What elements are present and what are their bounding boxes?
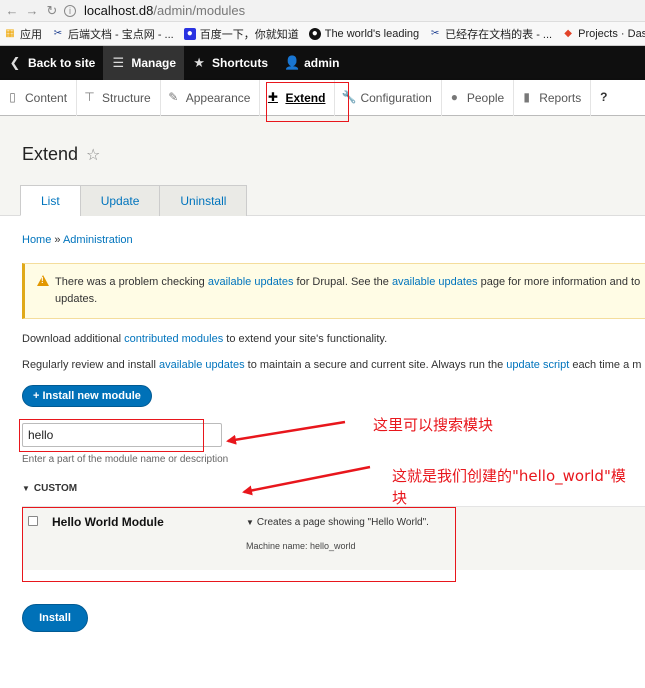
help-icon: ?: [600, 90, 608, 104]
tray-item-structure[interactable]: ⊤ Structure: [77, 79, 161, 116]
shortcuts-menu[interactable]: ★ Shortcuts: [184, 46, 276, 80]
tray-item-content[interactable]: ▯ Content: [0, 79, 78, 116]
gitlab-icon: ◆: [564, 27, 572, 39]
bookmark-item[interactable]: ▦ 应用: [4, 26, 42, 42]
annotation-box-search: [19, 419, 204, 452]
star-icon: ★: [193, 55, 205, 70]
apps-grid-icon: ▦: [5, 27, 15, 39]
bookmark-item[interactable]: ✂ 后端文档 - 宝点网 - ...: [52, 26, 174, 42]
update-script-link[interactable]: update script: [506, 359, 569, 371]
scissors-icon: ✂: [53, 27, 63, 39]
bookmarks-bar: ▦ 应用 ✂ 后端文档 - 宝点网 - ... ● 百度一下，你就知道 ● The wo…: [0, 22, 645, 46]
bookmark-item[interactable]: ◆Projects · Dashboar: [562, 28, 645, 40]
install-new-module-button[interactable]: + Install new module: [22, 385, 152, 407]
people-icon: ●: [450, 90, 458, 104]
tray-item-reports[interactable]: ▮ Reports: [514, 79, 592, 116]
install-button[interactable]: Install: [22, 604, 88, 632]
bookmark-item[interactable]: ● 百度一下，你就知道: [183, 26, 299, 42]
browser-url-bar: ← → ↻ i localhost.d8/admin/modules: [0, 0, 645, 22]
breadcrumb: Home » Administration: [22, 234, 133, 246]
address-bar[interactable]: localhost.d8/admin/modules: [84, 3, 245, 18]
paintbrush-icon: ✎: [168, 90, 179, 104]
hamburger-icon: ☰: [112, 55, 125, 70]
contributed-modules-link[interactable]: contributed modules: [124, 333, 223, 345]
breadcrumb-administration[interactable]: Administration: [63, 234, 133, 246]
bookmark-item[interactable]: ✂ 已经存在文档的表 - ...: [429, 26, 552, 42]
document-icon: ▯: [9, 90, 16, 104]
download-help-text: Download additional contributed modules …: [22, 333, 388, 345]
annotation-box-module: [22, 507, 456, 582]
info-icon[interactable]: i: [64, 4, 76, 17]
annotation-module-note: 这就是我们创建的"hello_world"模 块: [392, 467, 626, 507]
manage-menu[interactable]: ☰ Manage: [103, 46, 185, 80]
back-arrow-icon[interactable]: ←: [4, 3, 20, 19]
forward-arrow-icon[interactable]: →: [24, 3, 40, 19]
back-to-site-link[interactable]: ❮ Back to site: [0, 46, 103, 80]
available-updates-link[interactable]: available updates: [159, 359, 245, 371]
shortcut-star-icon[interactable]: ☆: [86, 145, 100, 165]
reload-icon[interactable]: ↻: [44, 3, 60, 19]
caret-down-icon: ▼: [22, 484, 30, 493]
tab-list[interactable]: List: [20, 185, 81, 216]
available-updates-link[interactable]: available updates: [392, 276, 478, 288]
paw-icon: ●: [183, 27, 196, 40]
page-title: Extend: [22, 144, 79, 164]
github-icon: ●: [308, 27, 321, 40]
filter-description: Enter a part of the module name or descr…: [22, 454, 229, 465]
admin-toolbar: ❮ Back to site ☰ Manage ★ Shortcuts 👤 admin: [0, 46, 645, 80]
primary-tabs: List Update Uninstall: [20, 185, 248, 216]
tab-uninstall[interactable]: Uninstall: [159, 185, 248, 216]
tray-item-configuration[interactable]: 🔧 Configuration: [335, 79, 442, 116]
available-updates-link[interactable]: available updates: [208, 276, 294, 288]
tab-update[interactable]: Update: [79, 185, 161, 216]
warning-message: ! There was a problem checking available…: [22, 263, 645, 319]
tray-item-appearance[interactable]: ✎ Appearance: [161, 79, 261, 116]
annotation-box-extend: [266, 82, 349, 122]
warning-icon: !: [37, 275, 49, 286]
user-icon: 👤: [284, 55, 301, 70]
tray-item-people[interactable]: ● People: [442, 79, 515, 116]
page-header: Extend ☆ List Update Uninstall: [0, 116, 645, 216]
sitemap-icon: ⊤: [84, 90, 95, 104]
scissors-icon: ✂: [430, 27, 440, 39]
user-menu[interactable]: 👤 admin: [276, 46, 347, 80]
back-circle-icon: ❮: [9, 55, 21, 70]
annotation-search-note: 这里可以搜索模块: [373, 416, 494, 434]
tray-item-help[interactable]: ?: [591, 80, 625, 116]
bookmark-item[interactable]: ● The world's leading: [308, 27, 419, 40]
breadcrumb-home[interactable]: Home: [22, 234, 51, 246]
bar-chart-icon: ▮: [523, 90, 531, 104]
update-help-text: Regularly review and install available u…: [22, 359, 642, 371]
